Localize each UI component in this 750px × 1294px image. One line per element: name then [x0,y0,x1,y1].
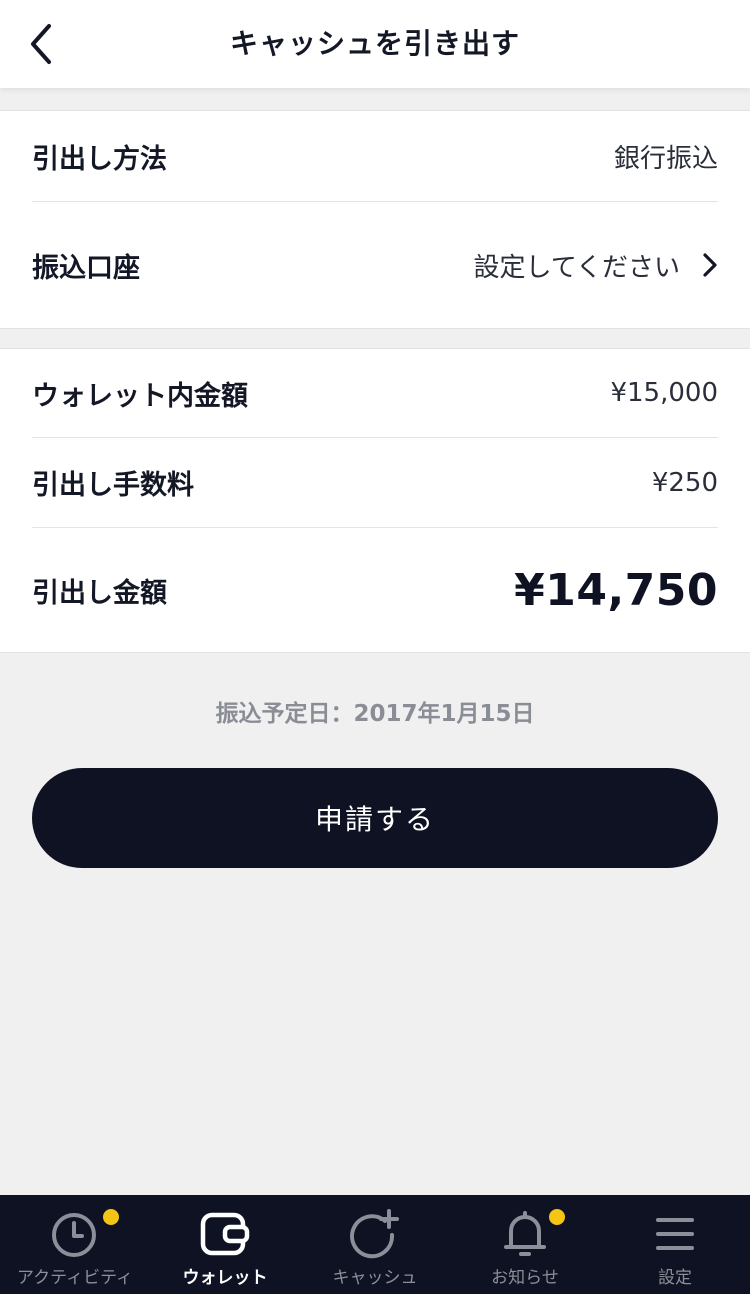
total-value: ¥14,750 [514,564,718,616]
tab-notifications-label: お知らせ [491,1268,559,1288]
tab-bar: アクティビティ ウォレット キャッシュ お知らせ 設定 [0,1195,750,1294]
tab-activity-label: アクティビティ [16,1268,134,1288]
notifications-badge [549,1209,565,1225]
tab-settings[interactable]: 設定 [600,1195,750,1294]
withdraw-method-card: 引出し方法 銀行振込 振込口座 設定してください [0,110,750,329]
account-row[interactable]: 振込口座 設定してください [32,202,718,328]
account-value: 設定してください [474,247,718,284]
account-value-text: 設定してください [473,252,680,283]
cash-plus-icon [345,1209,405,1259]
total-label: 引出し金額 [32,577,167,609]
method-label: 引出し方法 [32,143,167,175]
wallet-amount-row: ウォレット内金額 ¥15,000 [32,349,718,438]
method-value: 銀行振込 [613,143,718,174]
nav-header: キャッシュを引き出す [0,0,750,88]
clock-icon [45,1209,119,1259]
bell-icon [495,1209,565,1259]
tab-cash[interactable]: キャッシュ [300,1195,450,1294]
fee-label: 引出し手数料 [32,470,194,501]
chevron-right-icon [702,252,718,278]
tab-settings-label: 設定 [658,1268,692,1288]
tab-wallet-label: ウォレット [182,1268,268,1288]
wallet-amount-value: ¥15,000 [610,378,718,408]
amount-card: ウォレット内金額 ¥15,000 引出し手数料 ¥250 引出し金額 ¥14,7… [0,348,750,653]
account-label: 振込口座 [32,252,140,284]
total-row: 引出し金額 ¥14,750 [32,528,718,652]
transfer-date-text: 振込予定日：2017年1月15日 [215,701,535,727]
wallet-icon [195,1209,255,1259]
wallet-amount-label: ウォレット内金額 [32,380,248,412]
submit-button[interactable]: 申請する [32,768,718,868]
fee-value: ¥250 [651,467,718,498]
fee-row: 引出し手数料 ¥250 [32,438,718,528]
tab-cash-label: キャッシュ [332,1268,418,1288]
activity-badge [103,1209,119,1225]
tab-notifications[interactable]: お知らせ [450,1195,600,1294]
menu-icon [645,1209,705,1259]
page-title: キャッシュを引き出す [229,27,520,60]
tab-activity[interactable]: アクティビティ [0,1195,150,1294]
tab-wallet[interactable]: ウォレット [150,1195,300,1294]
method-row: 引出し方法 銀行振込 [32,111,718,202]
